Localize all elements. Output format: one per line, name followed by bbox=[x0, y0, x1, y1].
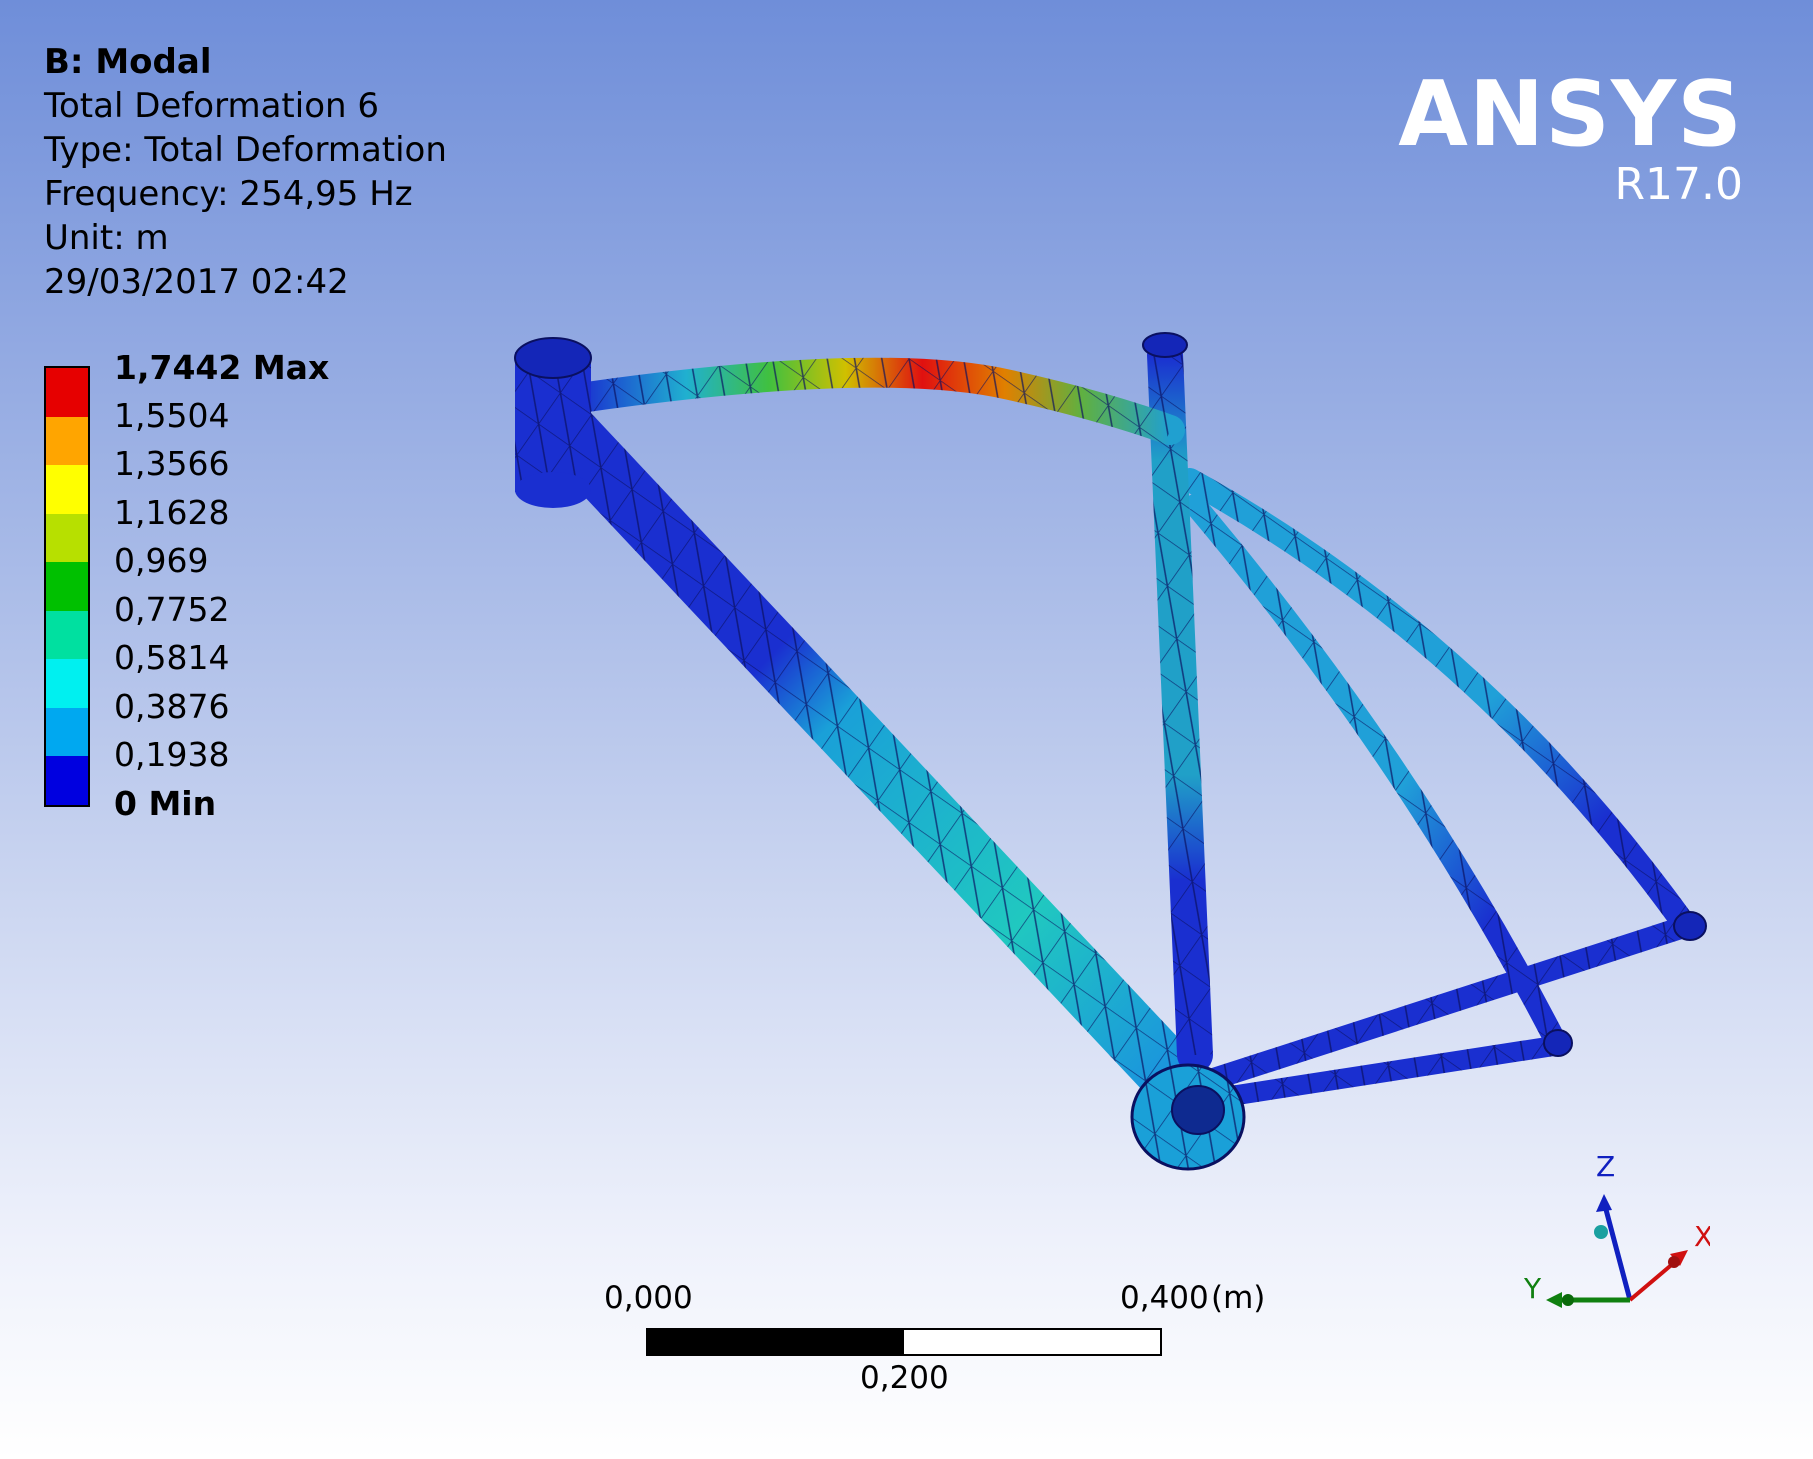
scale-label-start: 0,000 bbox=[604, 1280, 693, 1316]
bottom-bracket bbox=[1130, 1063, 1246, 1171]
axis-z-label: Z bbox=[1596, 1150, 1615, 1183]
scale-unit: (m) bbox=[1211, 1280, 1266, 1316]
chainstay bbox=[1184, 914, 1701, 1110]
seat-tube-top bbox=[1142, 332, 1188, 358]
top-tube bbox=[565, 357, 1185, 445]
head-tube bbox=[514, 337, 592, 508]
axis-x-label: X bbox=[1694, 1220, 1710, 1253]
scale-track bbox=[646, 1328, 1162, 1356]
scale-label-mid: 0,200 bbox=[860, 1360, 949, 1396]
axis-y-label: Y bbox=[1523, 1272, 1542, 1305]
scale-fill bbox=[648, 1330, 904, 1354]
scale-label-end: 0,400 bbox=[1120, 1280, 1209, 1316]
down-tube bbox=[524, 389, 1211, 1116]
seat-tube bbox=[1147, 337, 1213, 1073]
dropout bbox=[1543, 911, 1707, 1057]
coordinate-triad-icon[interactable]: Z X Y bbox=[1510, 1150, 1710, 1320]
